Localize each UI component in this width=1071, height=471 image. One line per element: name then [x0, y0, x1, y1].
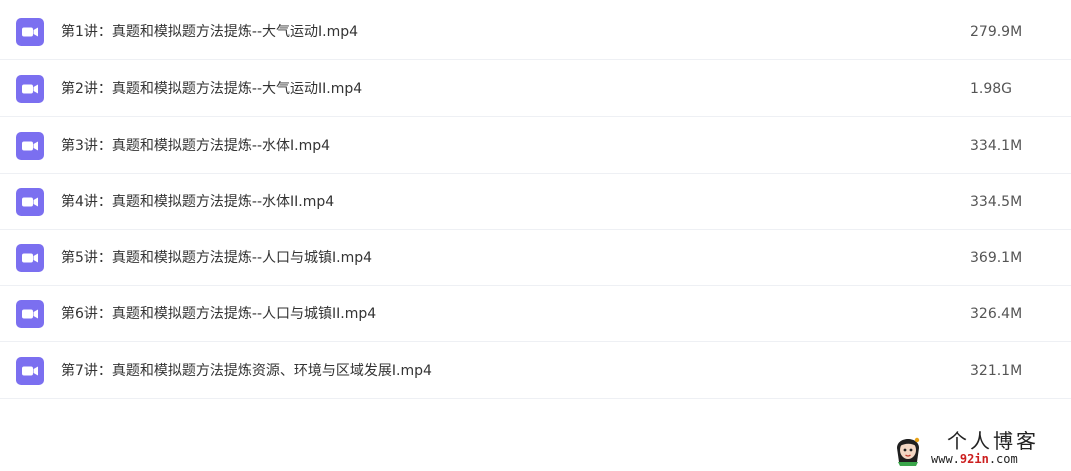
file-row[interactable]: 第6讲：真题和模拟题方法提炼--人口与城镇II.mp4 326.4M: [0, 286, 1071, 342]
file-row[interactable]: 第7讲：真题和模拟题方法提炼资源、环境与区域发展I.mp4 321.1M: [0, 343, 1071, 399]
watermark-url-prefix: www.: [931, 452, 960, 466]
video-file-icon: [16, 244, 44, 272]
file-size: 1.98G: [970, 81, 1013, 97]
file-name[interactable]: 第3讲：真题和模拟题方法提炼--水体I.mp4: [61, 118, 330, 174]
file-size: 321.1M: [970, 363, 1023, 379]
file-name[interactable]: 第2讲：真题和模拟题方法提炼--大气运动II.mp4: [61, 61, 362, 117]
file-name[interactable]: 第4讲：真题和模拟题方法提炼--水体II.mp4: [61, 174, 334, 230]
video-file-icon: [16, 132, 44, 160]
video-file-icon: [16, 188, 44, 216]
file-size: 334.5M: [970, 194, 1023, 210]
video-file-icon: [16, 18, 44, 46]
blog-watermark: 个人博客 www.92in.com: [893, 428, 1065, 468]
watermark-url-highlight: 92in: [959, 452, 989, 466]
file-row[interactable]: 第1讲：真题和模拟题方法提炼--大气运动I.mp4 279.9M: [0, 4, 1071, 60]
blog-mascot-logo: [897, 437, 920, 466]
video-file-icon: [16, 357, 44, 385]
watermark-url-suffix: .com: [988, 452, 1018, 466]
file-row[interactable]: 第5讲：真题和模拟题方法提炼--人口与城镇I.mp4 369.1M: [0, 230, 1071, 286]
file-name[interactable]: 第6讲：真题和模拟题方法提炼--人口与城镇II.mp4: [61, 286, 376, 342]
file-size: 334.1M: [970, 138, 1023, 154]
watermark-title: 个人博客: [947, 429, 1039, 453]
file-name[interactable]: 第1讲：真题和模拟题方法提炼--大气运动I.mp4: [61, 4, 358, 60]
file-size: 326.4M: [970, 306, 1023, 322]
file-row[interactable]: 第4讲：真题和模拟题方法提炼--水体II.mp4 334.5M: [0, 174, 1071, 230]
file-row[interactable]: 第3讲：真题和模拟题方法提炼--水体I.mp4 334.1M: [0, 118, 1071, 174]
watermark-url: www.92in.com: [931, 452, 1018, 466]
video-file-icon: [16, 300, 44, 328]
video-file-icon: [16, 75, 44, 103]
file-name[interactable]: 第5讲：真题和模拟题方法提炼--人口与城镇I.mp4: [61, 230, 372, 286]
file-size: 369.1M: [970, 250, 1023, 266]
file-row[interactable]: 第2讲：真题和模拟题方法提炼--大气运动II.mp4 1.98G: [0, 61, 1071, 117]
file-name[interactable]: 第7讲：真题和模拟题方法提炼资源、环境与区域发展I.mp4: [61, 343, 432, 399]
file-size: 279.9M: [970, 24, 1023, 40]
